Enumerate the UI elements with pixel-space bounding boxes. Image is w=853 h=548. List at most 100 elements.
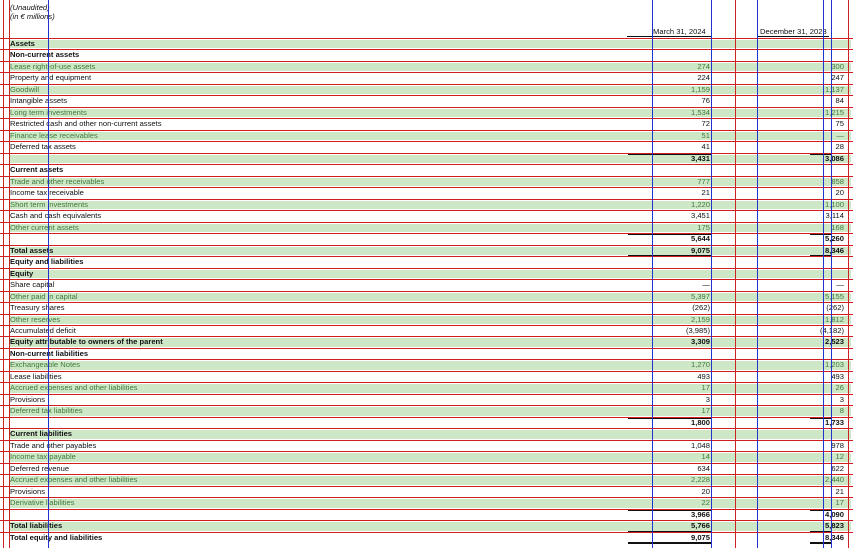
row-shading bbox=[9, 407, 851, 416]
value-december-2023: 5,823 bbox=[824, 521, 844, 531]
row-label: Treasury shares bbox=[10, 303, 65, 313]
subtotal-rule bbox=[810, 234, 832, 236]
subtotal-rule bbox=[628, 153, 711, 155]
row-shading bbox=[9, 269, 851, 279]
value-december-2023: 26 bbox=[835, 383, 844, 393]
row-label: Derivative liabilities bbox=[10, 498, 75, 508]
subtotal-row: 5,644 5,260 bbox=[0, 233, 853, 244]
statement-row: Assets bbox=[0, 38, 853, 49]
value-march-2024: 9,075 bbox=[690, 532, 710, 542]
row-shading bbox=[9, 223, 851, 233]
row-label: Accrued expenses and other liabilities bbox=[10, 383, 138, 393]
statement-row: Provisions 20 21 bbox=[0, 485, 853, 497]
grid-guide-line bbox=[652, 0, 653, 548]
row-label: Total liabilities bbox=[10, 521, 63, 531]
value-march-2024: 3,309 bbox=[690, 337, 710, 347]
grid-guide-line bbox=[823, 0, 824, 548]
row-label: Cash and cash equivalents bbox=[10, 211, 102, 221]
row-shading bbox=[9, 453, 851, 462]
row-label: Finance lease receivables bbox=[10, 130, 98, 140]
value-december-2023: 2,440 bbox=[824, 475, 844, 485]
statement-row: Trade and other receivables 777 858 bbox=[0, 175, 853, 187]
value-december-2023: 4,090 bbox=[824, 509, 844, 519]
row-label: Exchangeable Notes bbox=[10, 360, 81, 370]
balance-sheet-document: (Unaudited) (in € millions) March 31, 20… bbox=[0, 0, 853, 548]
row-label: Current assets bbox=[10, 165, 64, 175]
statement-row: Income tax payable 14 12 bbox=[0, 451, 853, 462]
row-shading bbox=[9, 522, 851, 531]
grid-guide-line bbox=[711, 0, 712, 548]
row-label: Income tax payable bbox=[10, 452, 76, 462]
value-march-2024: 1,048 bbox=[690, 440, 710, 450]
value-march-2024: 634 bbox=[697, 463, 710, 473]
row-shading bbox=[9, 131, 851, 141]
value-march-2024: 51 bbox=[701, 130, 710, 140]
statement-row: Short term investments 1,220 1,100 bbox=[0, 198, 853, 210]
value-december-2023: 1,100 bbox=[824, 199, 844, 209]
statement-row: Current assets bbox=[0, 164, 853, 175]
value-december-2023: 17 bbox=[835, 498, 844, 508]
row-shading bbox=[9, 499, 851, 508]
statement-row: Cash and cash equivalents 3,451 3,114 bbox=[0, 210, 853, 221]
value-december-2023: 3,114 bbox=[825, 211, 844, 221]
value-march-2024: 1,534 bbox=[690, 107, 710, 117]
value-december-2023: 3 bbox=[839, 394, 844, 404]
statement-row: Deferred tax assets 41 28 bbox=[0, 141, 853, 152]
grid-guide-line bbox=[48, 0, 49, 548]
value-march-2024: 14 bbox=[701, 452, 710, 462]
statement-row: Deferred revenue 634 622 bbox=[0, 462, 853, 474]
row-label: Property and equipment bbox=[10, 73, 92, 83]
row-shading bbox=[9, 315, 851, 324]
statement-row: Accrued expenses and other liabilities 17… bbox=[0, 382, 853, 393]
value-march-2024: 5,397 bbox=[690, 291, 710, 301]
grid-guide-line bbox=[831, 0, 832, 548]
unaudited-note: (Unaudited) bbox=[10, 3, 50, 12]
statement-row: Equity attributable to owners of the par… bbox=[0, 336, 853, 347]
statement-row: Non-current liabilities bbox=[0, 347, 853, 359]
value-march-2024: 274 bbox=[697, 61, 710, 71]
value-december-2023: 75 bbox=[835, 119, 844, 129]
row-label: Short term investments bbox=[10, 199, 89, 209]
value-march-2024: — bbox=[702, 280, 710, 290]
value-march-2024: (262) bbox=[692, 303, 710, 313]
row-shading bbox=[9, 292, 851, 302]
row-label: Deferred revenue bbox=[10, 463, 70, 473]
value-december-2023: 5,155 bbox=[824, 291, 844, 301]
statement-row: Long term investments 1,534 1,215 bbox=[0, 106, 853, 118]
value-march-2024: 5,644 bbox=[690, 234, 710, 244]
statement-row: Total assets 9,075 8,346 bbox=[0, 244, 853, 256]
value-march-2024: 21 bbox=[701, 188, 710, 198]
value-december-2023: 1,812 bbox=[824, 314, 844, 324]
row-shading bbox=[9, 246, 851, 256]
row-label: Non-current liabilities bbox=[10, 348, 89, 358]
statement-row: Total liabilities 5,766 5,823 bbox=[0, 520, 853, 531]
header-underline-prior bbox=[757, 36, 829, 37]
value-march-2024: 3 bbox=[705, 394, 710, 404]
statement-row: Provisions 3 3 bbox=[0, 393, 853, 405]
statement-row: Derivative liabilities 22 17 bbox=[0, 497, 853, 508]
grid-guide-line bbox=[848, 0, 849, 548]
row-label: Restricted cash and other non-current as… bbox=[10, 119, 162, 129]
value-march-2024: 1,220 bbox=[690, 199, 710, 209]
statement-row: Total equity and liabilities 9,075 8,346 bbox=[0, 531, 853, 543]
row-label: Other reserves bbox=[10, 314, 61, 324]
value-march-2024: 224 bbox=[697, 73, 710, 83]
statement-row: Intangible assets 76 84 bbox=[0, 95, 853, 106]
value-march-2024: 493 bbox=[697, 371, 710, 381]
value-december-2023: 12 bbox=[835, 452, 844, 462]
row-shading bbox=[9, 40, 851, 49]
row-label: Deferred tax assets bbox=[10, 142, 76, 152]
value-march-2024: 5,766 bbox=[690, 521, 710, 531]
statement-row: Other current assets 175 168 bbox=[0, 221, 853, 233]
value-december-2023: 1,203 bbox=[824, 360, 844, 370]
value-march-2024: 3,966 bbox=[690, 509, 710, 519]
statement-row: Property and equipment 224 247 bbox=[0, 72, 853, 83]
statement-row: Equity and liabilities bbox=[0, 256, 853, 267]
statement-row: Other paid in capital 5,397 5,155 bbox=[0, 290, 853, 302]
statement-row: Finance lease receivables 51 — bbox=[0, 129, 853, 141]
statement-row: Equity bbox=[0, 267, 853, 279]
row-label: Trade and other payables bbox=[10, 440, 97, 450]
value-march-2024: 2,228 bbox=[690, 475, 710, 485]
value-december-2023: 300 bbox=[831, 61, 844, 71]
value-december-2023: — bbox=[836, 130, 844, 140]
